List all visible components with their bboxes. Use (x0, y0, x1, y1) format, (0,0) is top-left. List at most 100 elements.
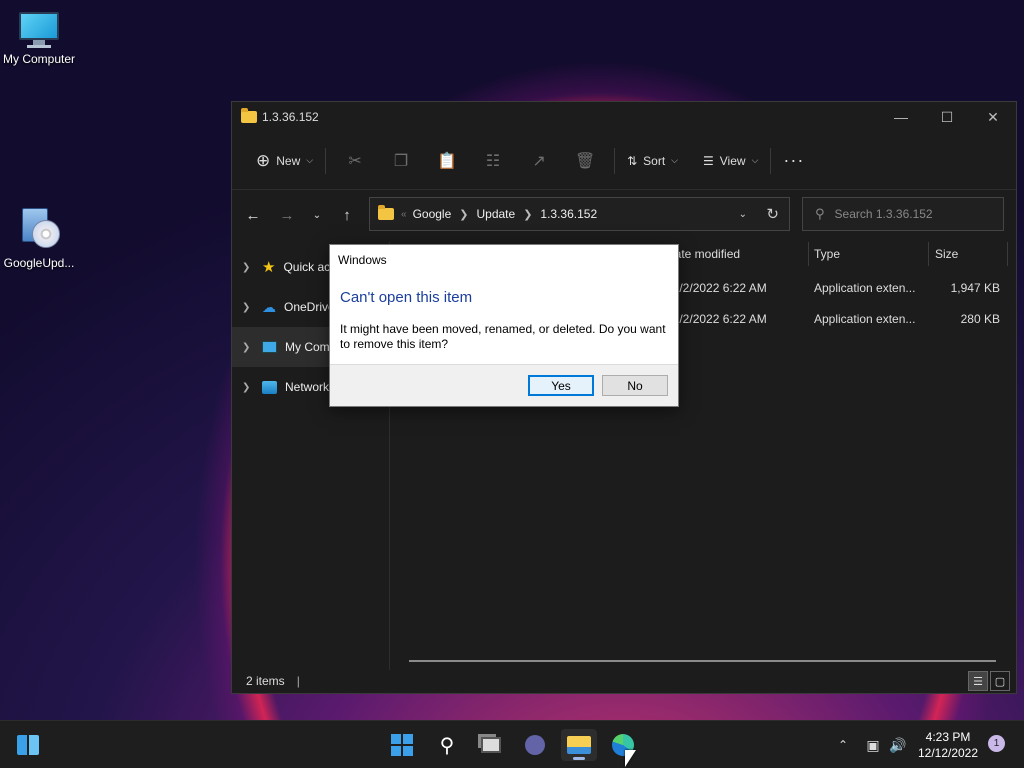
chevron-right-icon: ❯ (523, 208, 533, 221)
column-header-type[interactable]: Type (814, 242, 840, 266)
desktop-icon-google-update[interactable]: GoogleUpd... (0, 204, 78, 270)
chevron-right-icon[interactable]: ❯ (242, 262, 254, 273)
dialog-heading: Can't open this item (340, 289, 473, 306)
chevron-right-icon[interactable]: ❯ (242, 382, 254, 393)
desktop-icon-label: GoogleUpd... (3, 256, 75, 270)
command-bar: ⊕ New ⌵ ✂ ❐ 📋 ☷ ↗ 🗑 ⇅ Sort ⌵ ☰ View ⌵ ··… (232, 132, 1016, 190)
chevron-down-icon: ⌵ (671, 155, 678, 165)
notification-badge[interactable]: 1 (988, 735, 1005, 752)
mouse-cursor-icon (625, 750, 636, 767)
sort-button[interactable]: ⇅ Sort ⌵ (621, 145, 684, 177)
cloud-icon: ☁ (262, 298, 276, 315)
cell-size: 1,947 KB (950, 281, 1000, 295)
chevron-down-icon: ⌵ (751, 155, 759, 165)
widgets-button[interactable] (10, 729, 46, 761)
taskbar: ⚲ ⌃ ▣ 🔊 4:23 PM 12/12/2022 (0, 720, 1024, 768)
desktop-icon-my-computer[interactable]: My Computer (0, 10, 78, 66)
column-divider[interactable] (808, 242, 809, 266)
status-bar: 2 items | ☰ ▢ (232, 669, 1016, 693)
sort-label: Sort (643, 153, 666, 168)
volume-icon[interactable]: 🔊 (886, 737, 910, 754)
column-header-size[interactable]: Size (935, 242, 958, 266)
start-icon (391, 734, 413, 756)
cell-size: 280 KB (960, 312, 1000, 326)
error-dialog: Windows Can't open this item It might ha… (329, 244, 679, 407)
search-box[interactable]: ⚲ Search 1.3.36.152 (802, 197, 1004, 231)
delete-icon[interactable]: 🗑 (562, 151, 608, 171)
breadcrumb-google[interactable]: Google (413, 207, 452, 221)
copy-icon[interactable]: ❐ (378, 151, 424, 171)
up-arrow-icon[interactable]: ↑ (332, 207, 362, 224)
forward-arrow-icon[interactable]: → (272, 207, 302, 224)
cell-type: Application exten... (814, 312, 916, 326)
item-count: 2 items (246, 674, 285, 688)
divider (325, 147, 327, 174)
refresh-icon[interactable]: ↻ (766, 205, 779, 223)
column-divider[interactable] (1007, 242, 1008, 266)
maximize-button[interactable]: ☐ (924, 102, 970, 132)
installer-disc-icon (16, 204, 62, 252)
system-tray: ⌃ ▣ 🔊 (834, 721, 910, 768)
chat-button[interactable] (517, 729, 553, 761)
file-explorer-taskbar-button[interactable] (561, 729, 597, 761)
address-bar[interactable]: « Google ❯ Update ❯ 1.3.36.152 ⌄ ↻ (369, 197, 790, 231)
minimize-button[interactable]: — (878, 102, 924, 132)
breadcrumb-update[interactable]: Update (476, 207, 515, 221)
close-button[interactable]: ✕ (970, 102, 1016, 132)
status-divider: | (296, 674, 300, 688)
paste-icon[interactable]: 📋 (424, 151, 470, 171)
cut-icon[interactable]: ✂ (332, 151, 378, 171)
search-icon: ⚲ (815, 206, 825, 221)
search-icon: ⚲ (439, 734, 455, 757)
view-button[interactable]: ☰ View ⌵ (697, 145, 764, 177)
dialog-caption: Windows (338, 253, 387, 267)
chevron-right-icon: ❯ (459, 208, 469, 221)
file-explorer-icon (567, 736, 591, 754)
no-button[interactable]: No (602, 375, 668, 396)
more-options-button[interactable]: ··· (777, 145, 810, 177)
large-icons-view-icon[interactable]: ▢ (990, 671, 1010, 691)
chevron-right-icon[interactable]: ❯ (242, 342, 254, 353)
search-button[interactable]: ⚲ (429, 729, 465, 761)
star-icon: ★ (262, 259, 276, 276)
desktop-icon-label: My Computer (2, 52, 76, 66)
address-dropdown-icon[interactable]: ⌄ (739, 209, 747, 220)
sort-icon: ⇅ (627, 153, 638, 168)
new-button[interactable]: ⊕ New ⌵ (250, 145, 319, 177)
widgets-icon (17, 735, 39, 755)
cell-date: 12/2/2022 6:22 AM (666, 312, 767, 326)
network-icon (262, 380, 277, 394)
breadcrumb-current[interactable]: 1.3.36.152 (540, 207, 597, 221)
cell-date: 12/2/2022 6:22 AM (666, 281, 767, 295)
computer-icon (17, 10, 61, 48)
show-hidden-icons-chevron-icon[interactable]: ⌃ (834, 738, 852, 752)
chevron-down-icon: ⌵ (306, 155, 314, 165)
column-divider[interactable] (928, 242, 929, 266)
dialog-footer: Yes No (330, 364, 678, 406)
back-arrow-icon[interactable]: ← (238, 207, 268, 224)
chevron-right-icon[interactable]: ❯ (242, 302, 254, 313)
yes-button[interactable]: Yes (528, 375, 594, 396)
title-bar[interactable]: 1.3.36.152 — ☐ ✕ (232, 102, 1016, 132)
horizontal-scrollbar[interactable] (409, 660, 996, 662)
plus-circle-icon: ⊕ (256, 150, 271, 170)
window-title: 1.3.36.152 (262, 110, 319, 124)
view-icon: ☰ (703, 153, 714, 168)
navigation-row: ← → ⌄ ↑ « Google ❯ Update ❯ 1.3.36.152 ⌄… (232, 190, 1016, 240)
start-button[interactable] (384, 729, 420, 761)
view-label: View (719, 153, 746, 168)
details-view-icon[interactable]: ☰ (968, 671, 988, 691)
share-icon[interactable]: ↗ (516, 151, 562, 171)
divider (690, 148, 691, 174)
rename-icon[interactable]: ☷ (470, 151, 516, 171)
folder-icon (241, 108, 257, 123)
clock[interactable]: 4:23 PM 12/12/2022 (912, 729, 984, 761)
network-status-icon[interactable]: ▣ (860, 737, 886, 754)
computer-icon (262, 341, 277, 353)
recent-locations-chevron-icon[interactable]: ⌄ (302, 210, 332, 221)
divider (614, 147, 616, 174)
divider (770, 147, 772, 174)
clock-date: 12/12/2022 (917, 746, 979, 760)
task-view-button[interactable] (473, 729, 509, 761)
task-view-icon (481, 737, 501, 753)
